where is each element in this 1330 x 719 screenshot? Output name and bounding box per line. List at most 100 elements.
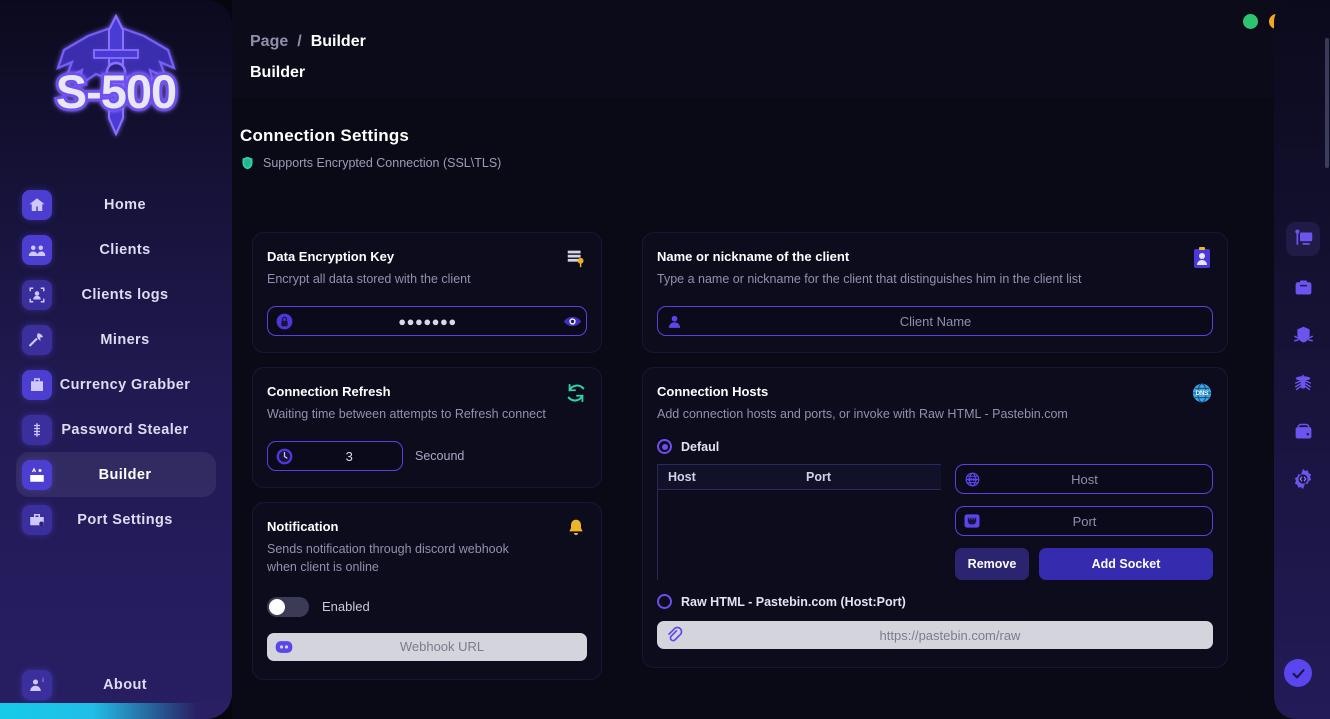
- package-box-icon: [1293, 277, 1314, 298]
- notification-enabled-toggle[interactable]: [267, 597, 309, 617]
- webhook-url-field[interactable]: Webhook URL: [267, 633, 587, 661]
- raw-url-placeholder: https://pastebin.com/raw: [687, 628, 1213, 643]
- sidebar-item-label: Password Stealer: [52, 422, 216, 438]
- breadcrumb-parent[interactable]: Page: [250, 33, 288, 51]
- sidebar-item-currency-grabber[interactable]: Currency Grabber: [16, 362, 216, 407]
- column-header-port: Port: [806, 470, 941, 484]
- host-input-field[interactable]: DNS Host: [955, 464, 1213, 494]
- hosts-button-row: Remove Add Socket: [955, 548, 1213, 580]
- password-stealer-icon: [22, 415, 52, 445]
- clock-icon: [271, 443, 297, 469]
- lock-icon: [271, 308, 297, 334]
- encryption-key-field[interactable]: ●●●●●●●: [267, 306, 587, 336]
- connection-monitor-icon: [1293, 229, 1314, 250]
- rail-item-package[interactable]: [1286, 270, 1320, 304]
- toggle-knob: [269, 599, 285, 615]
- bot-spider-icon: [1292, 372, 1314, 394]
- sidebar-item-label: Clients: [52, 242, 216, 258]
- shield-icon: [240, 155, 255, 171]
- sidebar-item-label: Builder: [52, 467, 216, 483]
- card-subtitle: Type a name or nickname for the client t…: [657, 270, 1213, 288]
- sidebar-item-password-stealer[interactable]: Password Stealer: [16, 407, 216, 452]
- encryption-key-value: ●●●●●●●: [297, 314, 558, 329]
- rail-item-shield-spider[interactable]: [1286, 318, 1320, 352]
- option-raw-html[interactable]: Raw HTML - Pastebin.com (Host:Port): [657, 594, 1213, 609]
- rail-item-connection-monitor[interactable]: [1286, 222, 1320, 256]
- clients-icon: [22, 235, 52, 265]
- radio-raw-html[interactable]: [657, 594, 672, 609]
- link-icon: [661, 625, 687, 645]
- sidebar-item-miners[interactable]: Miners: [16, 317, 216, 362]
- option-raw-label: Raw HTML - Pastebin.com (Host:Port): [681, 595, 906, 609]
- minimize-button[interactable]: [1243, 14, 1258, 29]
- port-input-placeholder: Port: [985, 514, 1184, 529]
- rail-item-gear-code[interactable]: [1286, 462, 1320, 496]
- discord-icon: [271, 637, 297, 657]
- left-sidebar: S-500 Home Clients: [0, 0, 232, 719]
- sidebar-item-port-settings[interactable]: Port Settings: [16, 497, 216, 542]
- client-name-field[interactable]: Client Name: [657, 306, 1213, 336]
- breadcrumb-separator: /: [297, 33, 301, 51]
- card-title: Notification: [267, 519, 587, 534]
- hosts-side-panel: DNS Host: [955, 464, 1213, 580]
- hosts-table: Host Port: [657, 464, 941, 580]
- sidebar-item-about[interactable]: i About: [16, 662, 216, 707]
- section-title: Connection Settings: [240, 126, 501, 146]
- card-title: Name or nickname of the client: [657, 249, 1213, 264]
- wallet-icon: [1293, 421, 1314, 442]
- ethernet-icon: [959, 508, 985, 534]
- shield-spider-icon: [1293, 325, 1314, 346]
- hosts-table-body-empty: [658, 490, 941, 568]
- radio-default[interactable]: [657, 439, 672, 454]
- sidebar-item-label: Port Settings: [52, 512, 216, 528]
- card-connection-refresh: Connection Refresh Waiting time between …: [252, 367, 602, 488]
- sidebar-item-label: Clients logs: [52, 287, 216, 303]
- add-socket-button[interactable]: Add Socket: [1039, 548, 1213, 580]
- vertical-scrollbar[interactable]: [1325, 38, 1329, 168]
- right-rail: [1282, 222, 1324, 496]
- page-title: Builder: [250, 64, 305, 82]
- card-data-encryption-key: Data Encryption Key Encrypt all data sto…: [252, 232, 602, 353]
- confirm-button[interactable]: [1284, 659, 1312, 687]
- dns-icon: DNS: [1190, 381, 1214, 405]
- currency-grabber-icon: [22, 370, 52, 400]
- svg-text:i: i: [42, 677, 44, 684]
- sidebar-item-clients-logs[interactable]: Clients logs: [16, 272, 216, 317]
- topbar: Page / Builder Builder: [232, 0, 1330, 98]
- refresh-unit-label: Secound: [415, 449, 464, 463]
- bell-icon: [564, 516, 588, 540]
- miners-icon: [22, 325, 52, 355]
- sidebar-item-label: About: [52, 677, 216, 693]
- card-subtitle: Sends notification through discord webho…: [267, 540, 587, 576]
- option-default-host[interactable]: Defaul: [657, 439, 1213, 454]
- card-subtitle: Encrypt all data stored with the client: [267, 270, 587, 288]
- rail-item-bot-spider[interactable]: [1286, 366, 1320, 400]
- rail-item-wallet[interactable]: [1286, 414, 1320, 448]
- home-icon: [22, 190, 52, 220]
- sidebar-item-label: Currency Grabber: [52, 377, 216, 393]
- port-settings-icon: [22, 505, 52, 535]
- eye-icon[interactable]: [558, 312, 586, 331]
- host-input-placeholder: Host: [985, 472, 1184, 487]
- s500-emblem-icon: S-500: [36, 10, 196, 150]
- refresh-interval-field[interactable]: 3: [267, 441, 403, 471]
- sidebar-item-clients[interactable]: Clients: [16, 227, 216, 272]
- breadcrumb: Page / Builder: [250, 33, 366, 51]
- card-title: Connection Hosts: [657, 384, 1213, 399]
- check-icon: [1290, 665, 1307, 682]
- card-subtitle: Waiting time between attempts to Refresh…: [267, 405, 587, 423]
- breadcrumb-current: Builder: [311, 33, 366, 51]
- app-logo: S-500: [0, 6, 232, 154]
- gear-code-icon: [1292, 468, 1314, 490]
- remove-button[interactable]: Remove: [955, 548, 1029, 580]
- right-column: Name or nickname of the client Type a na…: [642, 232, 1228, 682]
- sidebar-item-home[interactable]: Home: [16, 182, 216, 227]
- refresh-icon[interactable]: [564, 381, 588, 405]
- application-window: S-500 Home Clients: [0, 0, 1330, 719]
- card-subtitle: Add connection hosts and ports, or invok…: [657, 405, 1213, 423]
- sidebar-item-builder[interactable]: Builder: [16, 452, 216, 497]
- raw-url-field[interactable]: https://pastebin.com/raw: [657, 621, 1213, 649]
- notification-toggle-label: Enabled: [322, 599, 370, 614]
- port-input-field[interactable]: Port: [955, 506, 1213, 536]
- sidebar-item-label: Home: [52, 197, 216, 213]
